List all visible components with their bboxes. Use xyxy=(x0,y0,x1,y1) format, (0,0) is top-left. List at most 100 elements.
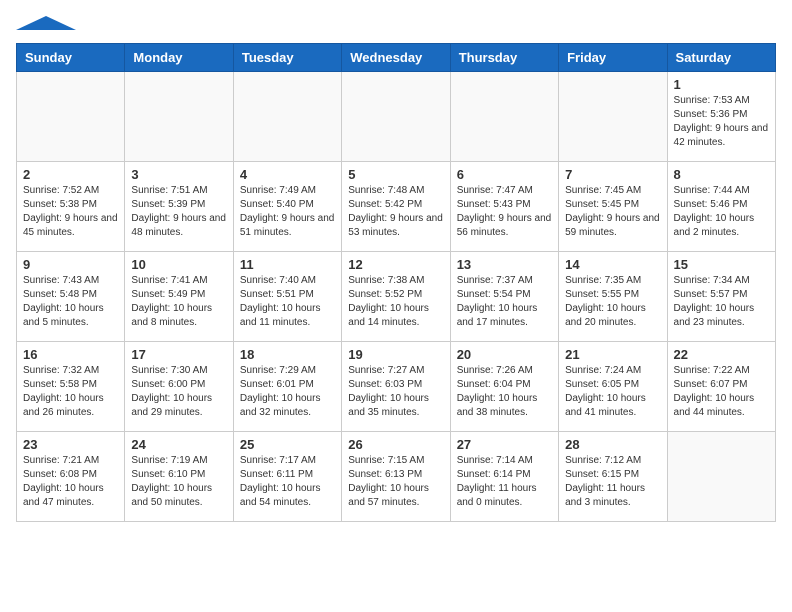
week-row-4: 16 Sunrise: 7:32 AM Sunset: 5:58 PM Dayli… xyxy=(17,342,776,432)
day-info: Sunrise: 7:49 AM Sunset: 5:40 PM Dayligh… xyxy=(240,184,335,240)
day-info: Sunrise: 7:53 AM Sunset: 5:36 PM Dayligh… xyxy=(674,94,769,150)
day-number: 20 xyxy=(457,347,552,362)
day-info: Sunrise: 7:52 AM Sunset: 5:38 PM Dayligh… xyxy=(23,184,118,240)
day-number: 17 xyxy=(131,347,226,362)
col-header-wednesday: Wednesday xyxy=(342,44,450,72)
day-cell: 21Sunrise: 7:24 AM Sunset: 6:05 PM Dayli… xyxy=(559,342,667,432)
day-number: 16 xyxy=(23,347,118,362)
day-cell: 5Sunrise: 7:48 AM Sunset: 5:42 PM Daylig… xyxy=(342,162,450,252)
day-number: 6 xyxy=(457,167,552,182)
day-number: 8 xyxy=(674,167,769,182)
day-number: 22 xyxy=(674,347,769,362)
day-cell: 13 Sunrise: 7:37 AM Sunset: 5:54 PM Dayli… xyxy=(450,252,558,342)
day-info: Sunrise: 7:27 AM Sunset: 6:03 PM Dayligh… xyxy=(348,364,443,420)
day-number: 27 xyxy=(457,437,552,452)
col-header-sunday: Sunday xyxy=(17,44,125,72)
day-number: 19 xyxy=(348,347,443,362)
day-info: Sunrise: 7:29 AM Sunset: 6:01 PM Dayligh… xyxy=(240,364,335,420)
day-cell: 24 Sunrise: 7:19 AM Sunset: 6:10 PM Dayli… xyxy=(125,432,233,522)
day-info: Sunrise: 7:21 AM Sunset: 6:08 PM Dayligh… xyxy=(23,454,118,510)
day-cell: 27 Sunrise: 7:14 AM Sunset: 6:14 PM Dayli… xyxy=(450,432,558,522)
day-cell: 3 Sunrise: 7:51 AM Sunset: 5:39 PM Daylig… xyxy=(125,162,233,252)
day-number: 7 xyxy=(565,167,660,182)
day-number: 1 xyxy=(674,77,769,92)
day-cell xyxy=(559,72,667,162)
day-cell xyxy=(342,72,450,162)
day-cell: 18 Sunrise: 7:29 AM Sunset: 6:01 PM Dayli… xyxy=(233,342,341,432)
day-info: Sunrise: 7:38 AM Sunset: 5:52 PM Dayligh… xyxy=(348,274,443,330)
day-number: 23 xyxy=(23,437,118,452)
day-cell: 7 Sunrise: 7:45 AM Sunset: 5:45 PM Daylig… xyxy=(559,162,667,252)
day-info: Sunrise: 7:40 AM Sunset: 5:51 PM Dayligh… xyxy=(240,274,335,330)
day-cell: 26 Sunrise: 7:15 AM Sunset: 6:13 PM Dayli… xyxy=(342,432,450,522)
day-cell: 6Sunrise: 7:47 AM Sunset: 5:43 PM Daylig… xyxy=(450,162,558,252)
day-number: 18 xyxy=(240,347,335,362)
day-cell xyxy=(233,72,341,162)
col-header-friday: Friday xyxy=(559,44,667,72)
week-row-1: 1 Sunrise: 7:53 AM Sunset: 5:36 PM Daylig… xyxy=(17,72,776,162)
col-header-monday: Monday xyxy=(125,44,233,72)
day-number: 9 xyxy=(23,257,118,272)
day-cell: 23 Sunrise: 7:21 AM Sunset: 6:08 PM Dayli… xyxy=(17,432,125,522)
page-header xyxy=(16,16,776,35)
day-cell: 2 Sunrise: 7:52 AM Sunset: 5:38 PM Daylig… xyxy=(17,162,125,252)
day-number: 26 xyxy=(348,437,443,452)
col-header-saturday: Saturday xyxy=(667,44,775,72)
week-row-3: 9 Sunrise: 7:43 AM Sunset: 5:48 PM Daylig… xyxy=(17,252,776,342)
day-number: 24 xyxy=(131,437,226,452)
day-cell: 17 Sunrise: 7:30 AM Sunset: 6:00 PM Dayli… xyxy=(125,342,233,432)
day-cell: 28Sunrise: 7:12 AM Sunset: 6:15 PM Dayli… xyxy=(559,432,667,522)
logo-icon xyxy=(16,16,76,30)
logo xyxy=(16,16,76,35)
day-number: 10 xyxy=(131,257,226,272)
day-cell: 25Sunrise: 7:17 AM Sunset: 6:11 PM Dayli… xyxy=(233,432,341,522)
day-info: Sunrise: 7:22 AM Sunset: 6:07 PM Dayligh… xyxy=(674,364,769,420)
day-number: 13 xyxy=(457,257,552,272)
day-number: 4 xyxy=(240,167,335,182)
day-info: Sunrise: 7:51 AM Sunset: 5:39 PM Dayligh… xyxy=(131,184,226,240)
day-info: Sunrise: 7:35 AM Sunset: 5:55 PM Dayligh… xyxy=(565,274,660,330)
day-cell: 16 Sunrise: 7:32 AM Sunset: 5:58 PM Dayli… xyxy=(17,342,125,432)
day-cell: 12 Sunrise: 7:38 AM Sunset: 5:52 PM Dayli… xyxy=(342,252,450,342)
day-number: 14 xyxy=(565,257,660,272)
day-info: Sunrise: 7:48 AM Sunset: 5:42 PM Dayligh… xyxy=(348,184,443,240)
calendar-header-row: SundayMondayTuesdayWednesdayThursdayFrid… xyxy=(17,44,776,72)
day-info: Sunrise: 7:37 AM Sunset: 5:54 PM Dayligh… xyxy=(457,274,552,330)
day-info: Sunrise: 7:44 AM Sunset: 5:46 PM Dayligh… xyxy=(674,184,769,240)
day-cell: 4 Sunrise: 7:49 AM Sunset: 5:40 PM Daylig… xyxy=(233,162,341,252)
col-header-tuesday: Tuesday xyxy=(233,44,341,72)
day-info: Sunrise: 7:14 AM Sunset: 6:14 PM Dayligh… xyxy=(457,454,552,510)
day-cell: 11Sunrise: 7:40 AM Sunset: 5:51 PM Dayli… xyxy=(233,252,341,342)
week-row-5: 23 Sunrise: 7:21 AM Sunset: 6:08 PM Dayli… xyxy=(17,432,776,522)
day-info: Sunrise: 7:19 AM Sunset: 6:10 PM Dayligh… xyxy=(131,454,226,510)
day-info: Sunrise: 7:34 AM Sunset: 5:57 PM Dayligh… xyxy=(674,274,769,330)
day-info: Sunrise: 7:15 AM Sunset: 6:13 PM Dayligh… xyxy=(348,454,443,510)
day-cell: 8 Sunrise: 7:44 AM Sunset: 5:46 PM Daylig… xyxy=(667,162,775,252)
day-cell xyxy=(125,72,233,162)
day-number: 28 xyxy=(565,437,660,452)
day-cell: 20 Sunrise: 7:26 AM Sunset: 6:04 PM Dayli… xyxy=(450,342,558,432)
day-cell: 19 Sunrise: 7:27 AM Sunset: 6:03 PM Dayli… xyxy=(342,342,450,432)
day-number: 2 xyxy=(23,167,118,182)
week-row-2: 2 Sunrise: 7:52 AM Sunset: 5:38 PM Daylig… xyxy=(17,162,776,252)
day-cell: 10 Sunrise: 7:41 AM Sunset: 5:49 PM Dayli… xyxy=(125,252,233,342)
day-info: Sunrise: 7:30 AM Sunset: 6:00 PM Dayligh… xyxy=(131,364,226,420)
day-info: Sunrise: 7:26 AM Sunset: 6:04 PM Dayligh… xyxy=(457,364,552,420)
day-cell xyxy=(667,432,775,522)
day-number: 15 xyxy=(674,257,769,272)
day-cell: 1 Sunrise: 7:53 AM Sunset: 5:36 PM Daylig… xyxy=(667,72,775,162)
day-number: 12 xyxy=(348,257,443,272)
day-cell xyxy=(450,72,558,162)
day-cell xyxy=(17,72,125,162)
day-cell: 9 Sunrise: 7:43 AM Sunset: 5:48 PM Daylig… xyxy=(17,252,125,342)
col-header-thursday: Thursday xyxy=(450,44,558,72)
calendar-table: SundayMondayTuesdayWednesdayThursdayFrid… xyxy=(16,43,776,522)
day-info: Sunrise: 7:41 AM Sunset: 5:49 PM Dayligh… xyxy=(131,274,226,330)
day-info: Sunrise: 7:43 AM Sunset: 5:48 PM Dayligh… xyxy=(23,274,118,330)
day-info: Sunrise: 7:17 AM Sunset: 6:11 PM Dayligh… xyxy=(240,454,335,510)
day-cell: 14 Sunrise: 7:35 AM Sunset: 5:55 PM Dayli… xyxy=(559,252,667,342)
day-info: Sunrise: 7:45 AM Sunset: 5:45 PM Dayligh… xyxy=(565,184,660,240)
day-info: Sunrise: 7:32 AM Sunset: 5:58 PM Dayligh… xyxy=(23,364,118,420)
day-number: 3 xyxy=(131,167,226,182)
day-cell: 15 Sunrise: 7:34 AM Sunset: 5:57 PM Dayli… xyxy=(667,252,775,342)
